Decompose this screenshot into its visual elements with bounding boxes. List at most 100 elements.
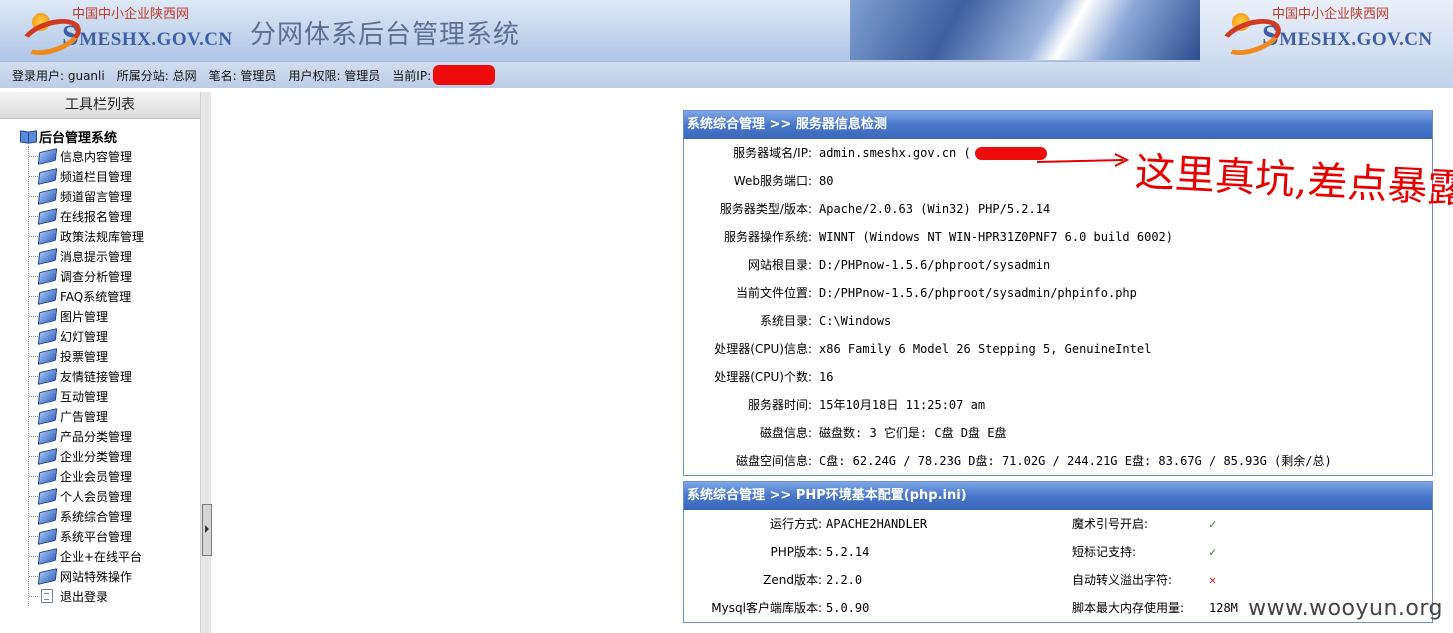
login-user: 登录用户: guanli (12, 68, 105, 83)
sidebar-item[interactable]: 频道栏目管理 (29, 166, 144, 186)
tree-root-label: 后台管理系统 (39, 130, 118, 146)
book-icon (37, 347, 58, 365)
book-icon (37, 507, 58, 525)
info-key: 服务器域名/IP: (733, 146, 812, 160)
config-key: PHP版本: (770, 545, 822, 559)
info-key: 磁盘信息: (759, 426, 812, 440)
logo-cn-text: 中国中小企业陕西网 (1272, 7, 1390, 22)
config-value: 2.2.0 (826, 573, 863, 587)
book-icon (37, 407, 58, 425)
current-ip-label: 当前IP: (392, 68, 432, 83)
info-value: C盘: 62.24G / 78.23G D盘: 71.02G / 244.21G… (819, 454, 1332, 468)
sidebar-item-label: 网站特殊操作 (60, 569, 133, 584)
server-panel-title: 系统综合管理 >> 服务器信息检测 (684, 111, 1432, 139)
config-key: 魔术引号开启: (1072, 517, 1149, 531)
system-title: 分网体系后台管理系统 (250, 20, 521, 50)
info-row: 当前文件位置: D:/PHPnow-1.5.6/phproot/sysadmin/… (684, 279, 1432, 307)
sidebar-item-label: 互动管理 (60, 389, 109, 404)
info-row: 处理器(CPU)个数: 16 (684, 363, 1432, 391)
sidebar-item[interactable]: 消息提示管理 (29, 246, 144, 266)
config-key: 运行方式: (769, 517, 822, 531)
sidebar-item-label: 调查分析管理 (60, 269, 133, 284)
book-icon (37, 567, 58, 585)
book-icon (37, 427, 58, 445)
sidebar-item[interactable]: 幻灯管理 (29, 326, 144, 346)
info-value: 磁盘数: 3 它们是: C盘 D盘 E盘 (819, 426, 1007, 440)
sidebar-item-label: 广告管理 (60, 409, 109, 424)
sidebar-item-label: 友情链接管理 (60, 369, 133, 384)
info-row: 服务器操作系统: WINNT (Windows NT WIN-HPR31Z0PNF… (684, 223, 1432, 251)
book-icon (37, 447, 58, 465)
config-key: 短标记支持: (1072, 545, 1137, 559)
logo-swoosh-icon (16, 9, 86, 62)
book-icon (37, 327, 58, 345)
info-value: C:\Windows (819, 314, 892, 328)
info-row: 磁盘空间信息: C盘: 62.24G / 78.23G D盘: 71.02G / … (684, 447, 1432, 475)
permission: 用户权限: 管理员 (288, 68, 381, 83)
sidebar-item[interactable]: 信息内容管理 (29, 146, 144, 166)
sidebar-item[interactable]: 互动管理 (29, 386, 144, 406)
sidebar-item[interactable]: 网站特殊操作 (29, 566, 144, 586)
info-value: 16 (819, 370, 834, 384)
logo-swoosh-icon (1216, 9, 1286, 62)
info-key: Web服务端口: (733, 174, 812, 188)
info-key: 处理器(CPU)个数: (714, 370, 812, 384)
config-value: 128M (1209, 601, 1238, 615)
sidebar-item[interactable]: 图片管理 (29, 306, 144, 326)
sidebar-item[interactable]: 广告管理 (29, 406, 144, 426)
sidebar-item[interactable]: 友情链接管理 (29, 366, 144, 386)
sidebar-splitter[interactable] (200, 92, 212, 633)
sidebar-item[interactable]: 企业会员管理 (29, 466, 144, 486)
config-key: Mysql客户端库版本: (711, 601, 822, 615)
info-value: D:/PHPnow-1.5.6/phproot/sysadmin (819, 258, 1051, 272)
sidebar: 工具栏列表 后台管理系统 信息内容管理 频道栏目管理 频道留言管理在线报名管理政策法… (0, 92, 201, 633)
nav-tree: 后台管理系统 信息内容管理 频道栏目管理 频道留言管理在线报名管理政策法规库管理 消息… (20, 126, 144, 606)
sidebar-item[interactable]: 企业分类管理 (29, 446, 144, 466)
sidebar-item-label: 企业会员管理 (60, 469, 133, 484)
site-logo-right: 中国中小企业陕西网 SMESHX.GOV.CN (1216, 7, 1433, 62)
book-icon (37, 147, 58, 165)
config-value: 5.2.14 (826, 545, 870, 559)
info-key: 服务器时间: (747, 398, 812, 412)
sidebar-item-label: FAQ系统管理 (60, 289, 132, 304)
sidebar-item[interactable]: 个人会员管理 (29, 486, 144, 506)
sidebar-item-label: 退出登录 (60, 589, 109, 604)
header-banner: 中国中小企业陕西网 SMESHX.GOV.CN 分网体系后台管理系统 中国中小企… (0, 0, 1453, 88)
tree-items: 信息内容管理 频道栏目管理 频道留言管理在线报名管理政策法规库管理 消息提示管理调查分… (28, 146, 144, 606)
sidebar-item[interactable]: 调查分析管理 (29, 266, 144, 286)
book-icon (37, 207, 58, 225)
tree-root[interactable]: 后台管理系统 (20, 126, 144, 146)
user-info-bar: 登录用户: guanli 所属分站: 总网 笔名: 管理员 用户权限: 管理员 … (0, 61, 1200, 88)
info-key: 系统目录: (759, 314, 812, 328)
sidebar-item[interactable]: 在线报名管理 (29, 206, 144, 226)
config-value: 5.0.90 (826, 601, 870, 615)
sidebar-item[interactable]: FAQ系统管理 (29, 286, 144, 306)
info-row: 处理器(CPU)信息: x86 Family 6 Model 26 Steppin… (684, 335, 1432, 363)
book-icon (37, 467, 58, 485)
nickname: 笔名: 管理员 (208, 68, 277, 83)
sidebar-item[interactable]: 系统平台管理 (29, 526, 144, 546)
sidebar-item[interactable]: 企业+在线平台 (29, 546, 144, 566)
info-key: 服务器类型/版本: (719, 202, 812, 216)
sidebar-item[interactable]: 投票管理 (29, 346, 144, 366)
sidebar-item[interactable]: 频道留言管理 (29, 186, 144, 206)
sidebar-item[interactable]: 退出登录 (29, 586, 144, 606)
sidebar-item[interactable]: 政策法规库管理 (29, 226, 144, 246)
sidebar-item-label: 幻灯管理 (60, 329, 109, 344)
sidebar-title: 工具栏列表 (0, 92, 200, 119)
sidebar-item-label: 在线报名管理 (60, 209, 133, 224)
watermark: www.wooyun.org (1248, 596, 1443, 621)
info-value: D:/PHPnow-1.5.6/phproot/sysadmin/phpinfo… (819, 286, 1137, 300)
book-icon (37, 227, 58, 245)
sidebar-item[interactable]: 产品分类管理 (29, 426, 144, 446)
sidebar-item[interactable]: 系统综合管理 (29, 506, 144, 526)
collapse-arrow-icon[interactable] (202, 504, 212, 556)
config-key: 脚本最大内存使用量: (1072, 601, 1185, 615)
book-icon (37, 387, 58, 405)
book-icon (37, 367, 58, 385)
sidebar-item-label: 系统平台管理 (60, 529, 133, 544)
info-key: 处理器(CPU)信息: (714, 342, 812, 356)
sidebar-item-label: 个人会员管理 (60, 489, 133, 504)
document-icon (41, 589, 53, 603)
book-icon (37, 307, 58, 325)
